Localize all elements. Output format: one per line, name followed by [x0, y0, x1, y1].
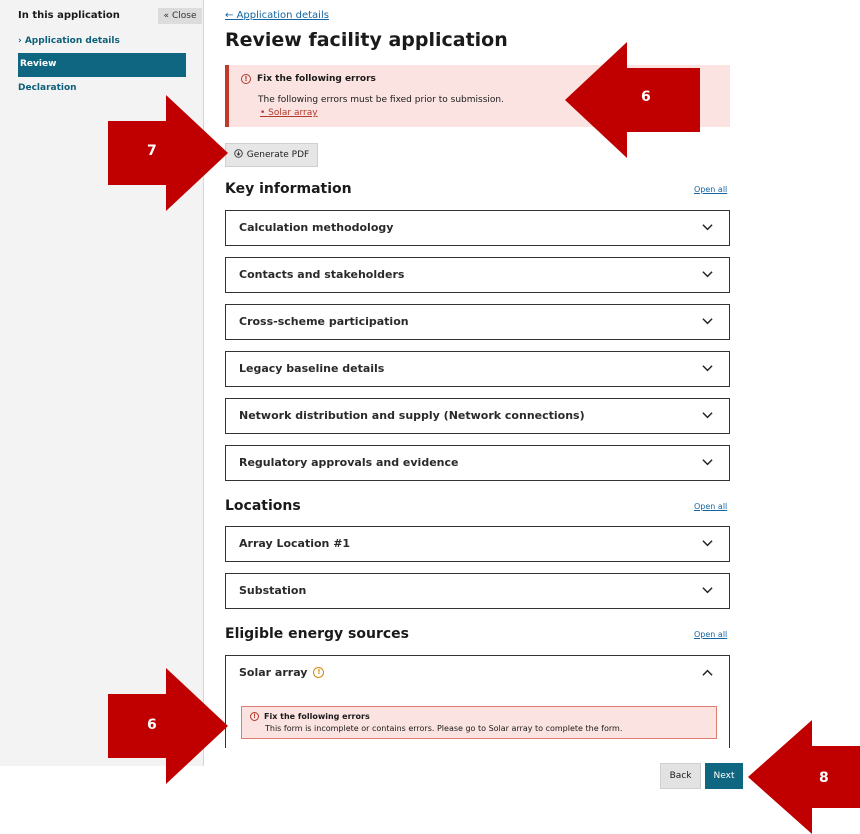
- sidebar-close-button[interactable]: « Close: [158, 8, 202, 24]
- close-label: Close: [171, 11, 197, 21]
- annotation-number: 8: [819, 770, 829, 786]
- accordion-label: Network distribution and supply (Network…: [239, 409, 585, 422]
- accordion-label: Legacy baseline details: [239, 362, 385, 375]
- chevron-down-icon: [702, 459, 713, 466]
- accordion-legacy-baseline-details[interactable]: Legacy baseline details: [225, 351, 730, 387]
- solar-array-error: ! Fix the following errors This form is …: [241, 706, 717, 739]
- sidebar-item-declaration[interactable]: Declaration: [18, 83, 77, 93]
- annotation-arrow-left: [565, 42, 700, 158]
- alert-circle-icon: !: [250, 712, 259, 721]
- generate-pdf-label: Generate PDF: [246, 150, 310, 160]
- warning-circle-icon: !: [313, 667, 325, 678]
- open-all-key-information[interactable]: Open all: [694, 185, 727, 194]
- accordion-substation[interactable]: Substation: [225, 573, 730, 609]
- open-all-eligible-energy-sources[interactable]: Open all: [694, 630, 727, 639]
- accordion-label: Regulatory approvals and evidence: [239, 456, 459, 469]
- generate-pdf-button[interactable]: Generate PDF: [225, 143, 318, 167]
- section-title-key-information: Key information: [225, 181, 352, 197]
- solar-error-title-text: Fix the following errors: [264, 712, 370, 721]
- sidebar-item-label: Declaration: [18, 83, 77, 93]
- chevron-down-icon: [702, 365, 713, 372]
- annotation-number: 6: [147, 717, 157, 733]
- solar-array-label: Solar array: [239, 666, 308, 679]
- back-link[interactable]: ← Application details: [225, 10, 329, 21]
- annotation-arrow-right: [108, 668, 228, 784]
- back-button[interactable]: Back: [660, 763, 701, 789]
- error-summary-message: The following errors must be fixed prior…: [258, 95, 504, 105]
- chevron-down-icon: [702, 587, 713, 594]
- sidebar-item-label: Review: [20, 59, 57, 69]
- annotation-number: 6: [641, 89, 651, 105]
- error-title-text: Fix the following errors: [257, 74, 376, 84]
- chevron-down-icon: [702, 412, 713, 419]
- sidebar-heading: In this application: [18, 10, 120, 21]
- chevron-up-icon: [702, 669, 713, 676]
- next-button[interactable]: Next: [705, 763, 743, 789]
- accordion-label: Array Location #1: [239, 537, 351, 550]
- sidebar-item-application-details[interactable]: › Application details: [18, 36, 120, 46]
- solar-error-title: ! Fix the following errors: [250, 712, 370, 721]
- accordion-solar-array[interactable]: Solar array !: [225, 655, 730, 691]
- arrow-left-icon: ←: [225, 10, 234, 21]
- chevron-down-icon: [702, 540, 713, 547]
- accordion-label: Calculation methodology: [239, 221, 394, 234]
- error-link-solar-array[interactable]: Solar array: [260, 108, 317, 118]
- sidebar-item-label: Application details: [24, 36, 120, 46]
- accordion-label: Contacts and stakeholders: [239, 268, 405, 281]
- annotation-arrow-left: [748, 720, 860, 834]
- section-title-eligible-energy-sources: Eligible energy sources: [225, 626, 410, 642]
- accordion-solar-array-body: ! Fix the following errors This form is …: [225, 690, 730, 748]
- accordion-calculation-methodology[interactable]: Calculation methodology: [225, 210, 730, 246]
- accordion-network-distribution[interactable]: Network distribution and supply (Network…: [225, 398, 730, 434]
- chevron-down-icon: [702, 271, 713, 278]
- chevron-right-icon: ›: [18, 36, 25, 46]
- annotation-arrow-right: [108, 95, 228, 211]
- accordion-label: Substation: [239, 584, 307, 597]
- accordion-contacts-and-stakeholders[interactable]: Contacts and stakeholders: [225, 257, 730, 293]
- open-all-locations[interactable]: Open all: [694, 502, 727, 511]
- annotation-number: 7: [147, 143, 157, 159]
- solar-error-message: This form is incomplete or contains erro…: [265, 724, 623, 733]
- accordion-regulatory-approvals[interactable]: Regulatory approvals and evidence: [225, 445, 730, 481]
- chevron-down-icon: [702, 224, 713, 231]
- back-link-label: Application details: [236, 10, 329, 21]
- accordion-array-location-1[interactable]: Array Location #1: [225, 526, 730, 562]
- sidebar-item-review[interactable]: Review: [18, 53, 186, 77]
- accordion-label: Cross-scheme participation: [239, 315, 409, 328]
- download-icon: [234, 149, 243, 161]
- error-summary-title: ! Fix the following errors: [241, 74, 376, 84]
- chevron-down-icon: [702, 318, 713, 325]
- section-title-locations: Locations: [225, 498, 301, 514]
- double-chevron-left-icon: «: [163, 11, 169, 21]
- accordion-cross-scheme-participation[interactable]: Cross-scheme participation: [225, 304, 730, 340]
- page-title: Review facility application: [225, 29, 508, 51]
- alert-circle-icon: !: [241, 74, 251, 84]
- accordion-label: Solar array !: [239, 666, 325, 679]
